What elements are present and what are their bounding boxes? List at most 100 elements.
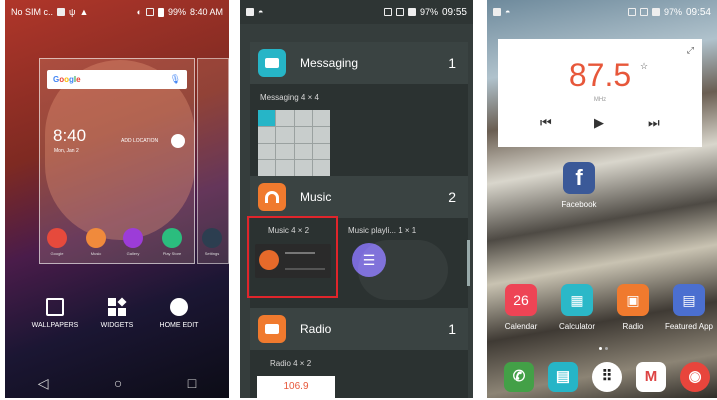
widgets-icon [108,297,127,316]
clock-date: Mon, Jan 2 [54,148,79,154]
status-time: 09:55 [441,6,467,18]
palette-icon [170,298,188,316]
widget-picker-screen: ◓ 97% 09:55 Messaging 1 Messaging 4 × 4 … [240,0,473,398]
headphones-icon [258,183,286,211]
app-label: Calendar [504,322,538,331]
usb-icon: ψ [69,7,76,17]
apps-icon[interactable]: ⠿ [592,362,622,392]
android-icon: ◓ [505,7,511,17]
battery-icon [407,8,416,16]
home-edit-screen: No SIM c.. ψ ▲ ◐ 99% 8:40 AM Google 🎙 8:… [5,0,229,398]
app-icon[interactable]: ▣ [617,284,649,316]
no-sim-icon [383,8,392,16]
dock-app-label: Music [90,251,102,256]
dock-app-icon[interactable] [162,228,182,248]
radio-preview-frequency: 106.9 [283,381,309,392]
home-icon[interactable]: ○ [114,375,122,391]
wallpapers-button[interactable]: WALLPAPERS [25,298,85,329]
wallpapers-label: WALLPAPERS [31,322,79,329]
dock-app-label: Play Store [162,251,182,256]
weather-icon[interactable] [171,134,185,148]
add-location-link[interactable]: ADD LOCATION [121,138,158,144]
next-station-icon[interactable]: ⏭ [648,115,660,131]
music-widget-label: Music 4 × 2 [268,226,310,235]
favorite-star-icon[interactable]: ☆ [640,61,648,72]
image-notification-icon [246,8,254,16]
google-logo: Google [53,75,81,84]
dock-app-label: Google [50,251,64,256]
play-icon[interactable]: ▶ [594,115,604,131]
warning-icon: ▲ [79,7,89,17]
radio-widget-count: 1 [448,321,456,337]
app-icon[interactable]: ▤ [673,284,705,316]
music-playlist-widget-label: Music playli... 1 × 1 [348,226,417,235]
radio-name: Radio [300,322,332,336]
messaging-name: Messaging [300,56,359,70]
no-sim-icon [145,8,154,16]
widgets-label: WIDGETS [100,322,134,329]
status-bar: No SIM c.. ψ ▲ ◐ 99% 8:40 AM [5,0,229,24]
app-label: Calculator [558,322,595,331]
home-edit-label: HOME EDIT [159,322,199,329]
messaging-widget-preview[interactable] [258,110,330,176]
facebook-icon[interactable]: f [563,162,595,194]
wallpapers-icon [46,298,64,316]
music-widget-group[interactable]: Music 2 [250,176,468,218]
messaging-app-icon [258,49,286,77]
signal-icon [395,8,404,16]
dock-app-icon[interactable] [123,228,143,248]
image-notification-icon [57,8,66,16]
radio-frequency: 87.5 [568,57,632,93]
page-indicator [599,347,602,350]
signal-icon [639,8,648,16]
chrome-icon[interactable]: ◉ [680,362,710,392]
music-watermark-icon [358,240,448,300]
scrollbar[interactable] [467,240,470,286]
dock-app-label: Gallery [126,251,140,256]
messaging-widget-count: 1 [448,55,456,71]
status-time: 8:40 AM [189,7,223,17]
app-label: Radio [622,322,644,331]
alarm-icon: ◐ [136,7,142,17]
home-edit-button[interactable]: HOME EDIT [149,298,209,329]
previous-station-icon[interactable]: ⏮ [540,115,552,131]
music-name: Music [300,190,332,204]
radio-widget-group[interactable]: Radio 1 [250,308,468,350]
status-bar: ◓ 97% 09:54 [487,0,717,24]
dock-app-icon[interactable] [86,228,106,248]
messaging-widget-group[interactable]: Messaging 1 [250,42,468,84]
navigation-bar: ◁ ○ □ [5,368,229,398]
google-search-widget[interactable]: Google 🎙 [47,70,187,89]
facebook-label: Facebook [561,200,597,209]
expand-icon[interactable]: ⤢ [687,45,694,56]
messaging-icon[interactable]: ▤ [548,362,578,392]
recents-icon[interactable]: □ [188,375,196,391]
radio-app-icon [258,315,286,343]
music-widget-preview [255,244,331,278]
radio-widget-preview[interactable]: 106.9 [257,376,335,398]
image-notification-icon [493,8,501,16]
radio-widget[interactable]: ⤢ 87.5 ☆ MHz ⏮ ▶ ⏭ [498,39,702,147]
messaging-widget-label: Messaging 4 × 4 [260,93,319,102]
battery-level: 97% [419,7,438,17]
mic-icon[interactable]: 🎙 [170,74,181,85]
clock-time: 8:40 [53,126,87,145]
app-icon[interactable]: 26 [505,284,537,316]
app-icon[interactable]: ▦ [561,284,593,316]
page-indicator [605,347,608,350]
android-icon: ◓ [258,7,264,17]
widgets-button[interactable]: WIDGETS [87,297,147,329]
battery-icon [157,7,164,17]
status-bar: ◓ 97% 09:55 [240,0,473,24]
album-art-icon [259,250,279,270]
radio-unit: MHz [593,97,607,103]
gmail-icon[interactable]: M [636,362,666,392]
app-label: Featured App [664,322,714,331]
status-time: 09:54 [685,6,711,18]
phone-icon[interactable]: ✆ [504,362,534,392]
home-screen: ◓ 97% 09:54 ⤢ 87.5 ☆ MHz ⏮ ▶ ⏭ f Faceboo… [487,0,717,398]
dock-app-icon[interactable] [202,228,222,248]
back-icon[interactable]: ◁ [38,375,49,392]
dock-app-icon[interactable] [47,228,67,248]
dock-app-label: Settings [204,251,220,256]
